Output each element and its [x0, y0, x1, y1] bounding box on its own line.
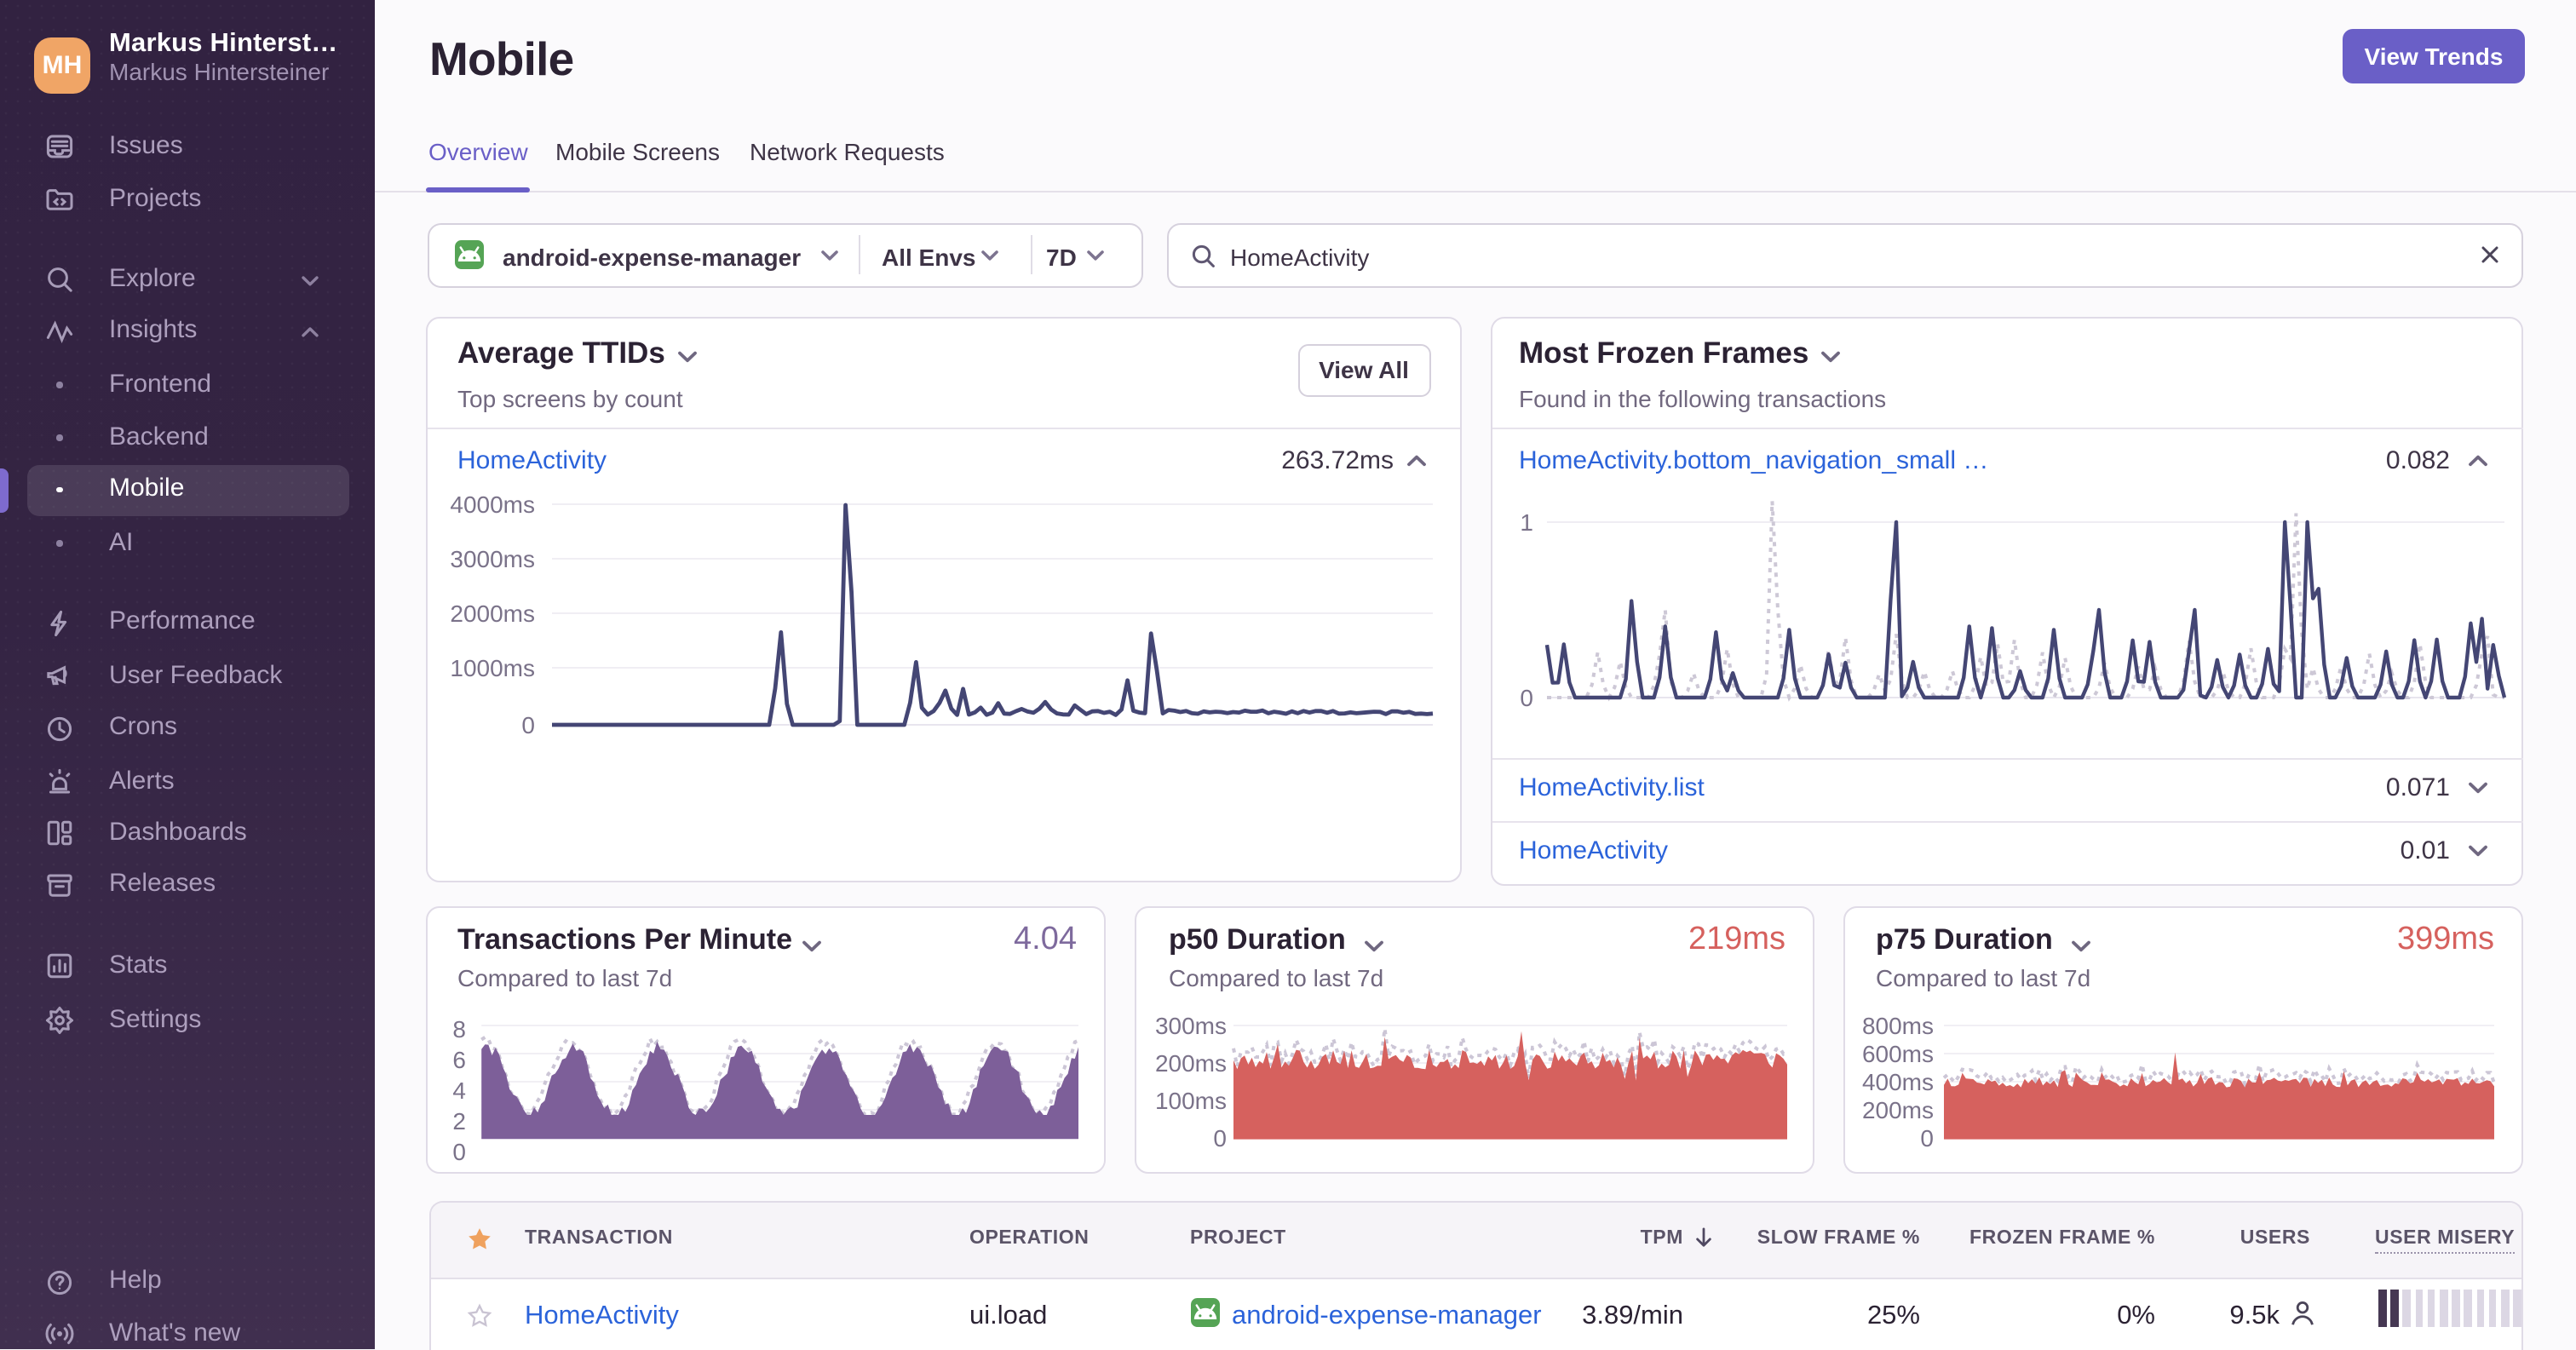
svg-text:100ms: 100ms — [1155, 1088, 1227, 1114]
svg-text:4000ms: 4000ms — [450, 491, 535, 518]
svg-text:0: 0 — [1213, 1125, 1227, 1152]
svg-text:300ms: 300ms — [1155, 1013, 1227, 1039]
svg-text:0: 0 — [1920, 1125, 1934, 1152]
svg-text:0: 0 — [452, 1139, 466, 1165]
svg-text:200ms: 200ms — [1155, 1050, 1227, 1077]
svg-text:8: 8 — [452, 1016, 466, 1043]
svg-text:0: 0 — [521, 712, 535, 738]
svg-text:200ms: 200ms — [1862, 1097, 1934, 1123]
svg-text:2000ms: 2000ms — [450, 600, 535, 627]
svg-text:3000ms: 3000ms — [450, 546, 535, 572]
svg-text:0: 0 — [1520, 685, 1533, 711]
svg-text:1: 1 — [1520, 509, 1533, 536]
svg-text:400ms: 400ms — [1862, 1069, 1934, 1095]
svg-text:1000ms: 1000ms — [450, 655, 535, 681]
svg-text:800ms: 800ms — [1862, 1013, 1934, 1039]
svg-text:2: 2 — [452, 1108, 466, 1135]
svg-text:6: 6 — [452, 1047, 466, 1073]
svg-text:600ms: 600ms — [1862, 1041, 1934, 1067]
svg-text:4: 4 — [452, 1077, 466, 1104]
